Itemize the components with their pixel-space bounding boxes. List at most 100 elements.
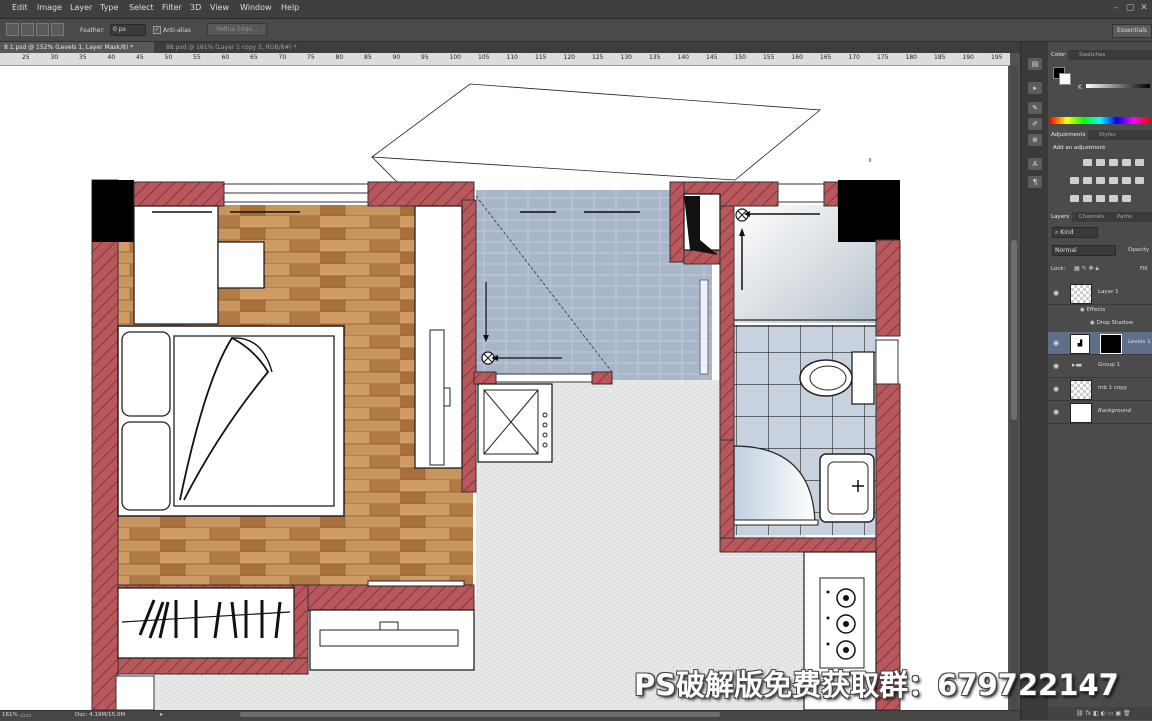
- drop-shadow-label[interactable]: ◉ Drop Shadow: [1090, 320, 1133, 326]
- menu-layer[interactable]: Layer: [70, 3, 92, 12]
- invert-icon[interactable]: [1070, 195, 1079, 202]
- color-spectrum[interactable]: [1050, 117, 1150, 124]
- exposure-icon[interactable]: [1122, 159, 1131, 166]
- threshold-icon[interactable]: [1096, 195, 1105, 202]
- vibrance-icon[interactable]: [1135, 159, 1144, 166]
- vertical-scroll-thumb[interactable]: [1011, 240, 1017, 420]
- ruler-tick-label: 160: [791, 54, 803, 61]
- horizontal-scroll-thumb[interactable]: [240, 712, 720, 717]
- channel-mixer-icon[interactable]: [1122, 177, 1131, 184]
- tab-adjustments[interactable]: Adjustments: [1048, 130, 1089, 140]
- canvas[interactable]: [0, 66, 1008, 710]
- add-selection-icon[interactable]: [21, 23, 34, 36]
- layer-row[interactable]: ◉ Layer 1: [1048, 282, 1152, 305]
- layer-row[interactable]: ◉ ▸▬ Group 1: [1048, 355, 1152, 378]
- curves-icon[interactable]: [1109, 159, 1118, 166]
- status-arrow-icon[interactable]: ▸: [160, 711, 163, 718]
- layer-filter-select[interactable]: ⌕ Kind: [1052, 227, 1098, 238]
- tab-swatches[interactable]: Swatches: [1076, 50, 1108, 60]
- antialias-checkbox[interactable]: ✓: [153, 26, 161, 34]
- tab-document-2[interactable]: 88.psd @ 161% (Layer 1 copy 5, RGB/8#) *: [162, 42, 326, 53]
- actions-icon[interactable]: ▸: [1028, 82, 1042, 94]
- menu-3d[interactable]: 3D: [190, 3, 201, 12]
- menu-help[interactable]: Help: [281, 3, 299, 12]
- feather-input[interactable]: 0 px: [110, 24, 146, 36]
- ruler-tick-label: 50: [164, 54, 173, 61]
- brush-presets-icon[interactable]: ✐: [1028, 118, 1042, 130]
- levels-icon[interactable]: [1096, 159, 1105, 166]
- essentials-button[interactable]: Essentials: [1112, 24, 1152, 38]
- tab-styles[interactable]: Styles: [1096, 130, 1119, 140]
- minimize-icon[interactable]: –: [1110, 2, 1122, 14]
- close-icon[interactable]: ✕: [1138, 2, 1150, 14]
- gradient-map-icon[interactable]: [1109, 195, 1118, 202]
- visibility-eye-icon[interactable]: ◉: [1053, 385, 1059, 393]
- menu-filter[interactable]: Filter: [162, 3, 182, 12]
- ruler-tick-label: 110: [506, 54, 518, 61]
- visibility-eye-icon[interactable]: ◉: [1053, 339, 1059, 347]
- ruler-tick-label: 195: [991, 54, 1003, 61]
- feather-label: Feather:: [80, 27, 105, 34]
- visibility-eye-icon[interactable]: ◉: [1053, 289, 1059, 297]
- menu-edit[interactable]: Edit: [12, 3, 28, 12]
- hue-saturation-icon[interactable]: [1070, 177, 1079, 184]
- layer-name: Background: [1098, 408, 1131, 414]
- ruler-tick-label: 75: [307, 54, 315, 61]
- visibility-eye-icon[interactable]: ◉: [1053, 408, 1059, 416]
- black-white-icon[interactable]: [1096, 177, 1105, 184]
- menu-window[interactable]: Window: [240, 3, 272, 12]
- tab-color[interactable]: Color: [1048, 50, 1069, 60]
- ruler-tick-label: 185: [934, 54, 946, 61]
- effects-label: ◉ Effects: [1080, 307, 1106, 313]
- restore-icon[interactable]: ▢: [1124, 2, 1136, 14]
- ruler-tick-label: 170: [848, 54, 860, 61]
- layer-row[interactable]: ◉ mb 1 copy: [1048, 378, 1152, 401]
- layer-thumbnail: [1070, 284, 1092, 304]
- visibility-eye-icon[interactable]: ◉: [1053, 362, 1059, 370]
- options-bar: Feather: 0 px ✓ Anti-alias Refine Edge..…: [0, 19, 1152, 42]
- layer-row[interactable]: ◉ Background: [1048, 401, 1152, 424]
- ruler-tick-label: 95: [421, 54, 429, 61]
- layer-mask-thumbnail[interactable]: [1100, 334, 1122, 354]
- ruler-tick-label: 175: [877, 54, 889, 61]
- zoom-icon[interactable]: ▭▭: [20, 712, 31, 719]
- zoom-level[interactable]: 161%: [2, 712, 18, 718]
- color-balance-icon[interactable]: [1083, 177, 1092, 184]
- brightness-icon[interactable]: [1083, 159, 1092, 166]
- photo-filter-icon[interactable]: [1109, 177, 1118, 184]
- selective-color-icon[interactable]: [1122, 195, 1131, 202]
- layers-footer-icons[interactable]: ⛓ fx ◧ ◐ ▭ ▣ 🗑︎: [1048, 707, 1152, 720]
- blend-mode-select[interactable]: Normal: [1052, 245, 1116, 256]
- character-icon[interactable]: A: [1028, 158, 1042, 170]
- menu-image[interactable]: Image: [37, 3, 62, 12]
- clone-source-icon[interactable]: ⊕: [1028, 134, 1042, 146]
- lock-icons[interactable]: ▦ ✎ ✥ 🔒︎: [1074, 265, 1099, 273]
- subtract-selection-icon[interactable]: [36, 23, 49, 36]
- history-icon[interactable]: ▤: [1028, 58, 1042, 70]
- brush-icon[interactable]: ✎: [1028, 102, 1042, 114]
- tab-document-1[interactable]: 8 1.psd @ 152% (Levels 1, Layer Mask/8) …: [0, 42, 154, 53]
- menu-select[interactable]: Select: [129, 3, 154, 12]
- background-color-swatch[interactable]: [1059, 73, 1071, 85]
- k-slider[interactable]: [1086, 84, 1150, 88]
- posterize-icon[interactable]: [1083, 195, 1092, 202]
- doc-size: Doc: 4.19M/15.0M: [75, 712, 126, 718]
- intersect-selection-icon[interactable]: [51, 23, 64, 36]
- menu-type[interactable]: Type: [100, 3, 118, 12]
- tab-channels[interactable]: Channels: [1076, 212, 1107, 222]
- tab-layers[interactable]: Layers: [1048, 212, 1073, 222]
- layer-row-selected[interactable]: ◉ ▟ Levels 1: [1048, 332, 1152, 355]
- menu-view[interactable]: View: [210, 3, 229, 12]
- paragraph-icon[interactable]: ¶: [1028, 176, 1042, 188]
- new-selection-icon[interactable]: [6, 23, 19, 36]
- ruler-tick-label: 150: [734, 54, 746, 61]
- refine-edge-button[interactable]: Refine Edge...: [207, 23, 267, 36]
- ruler-tick-label: 65: [250, 54, 258, 61]
- add-adjustment-title: Add an adjustment: [1053, 145, 1106, 151]
- menu-bar: Edit Image Layer Type Select Filter 3D V…: [0, 0, 1152, 19]
- ruler-tick-label: 125: [592, 54, 604, 61]
- watermark-text: PS破解版免费获取群：679722147: [634, 668, 1119, 702]
- color-lookup-icon[interactable]: [1135, 177, 1144, 184]
- effects-name: Effects: [1086, 307, 1106, 313]
- tab-paths[interactable]: Paths: [1114, 212, 1135, 222]
